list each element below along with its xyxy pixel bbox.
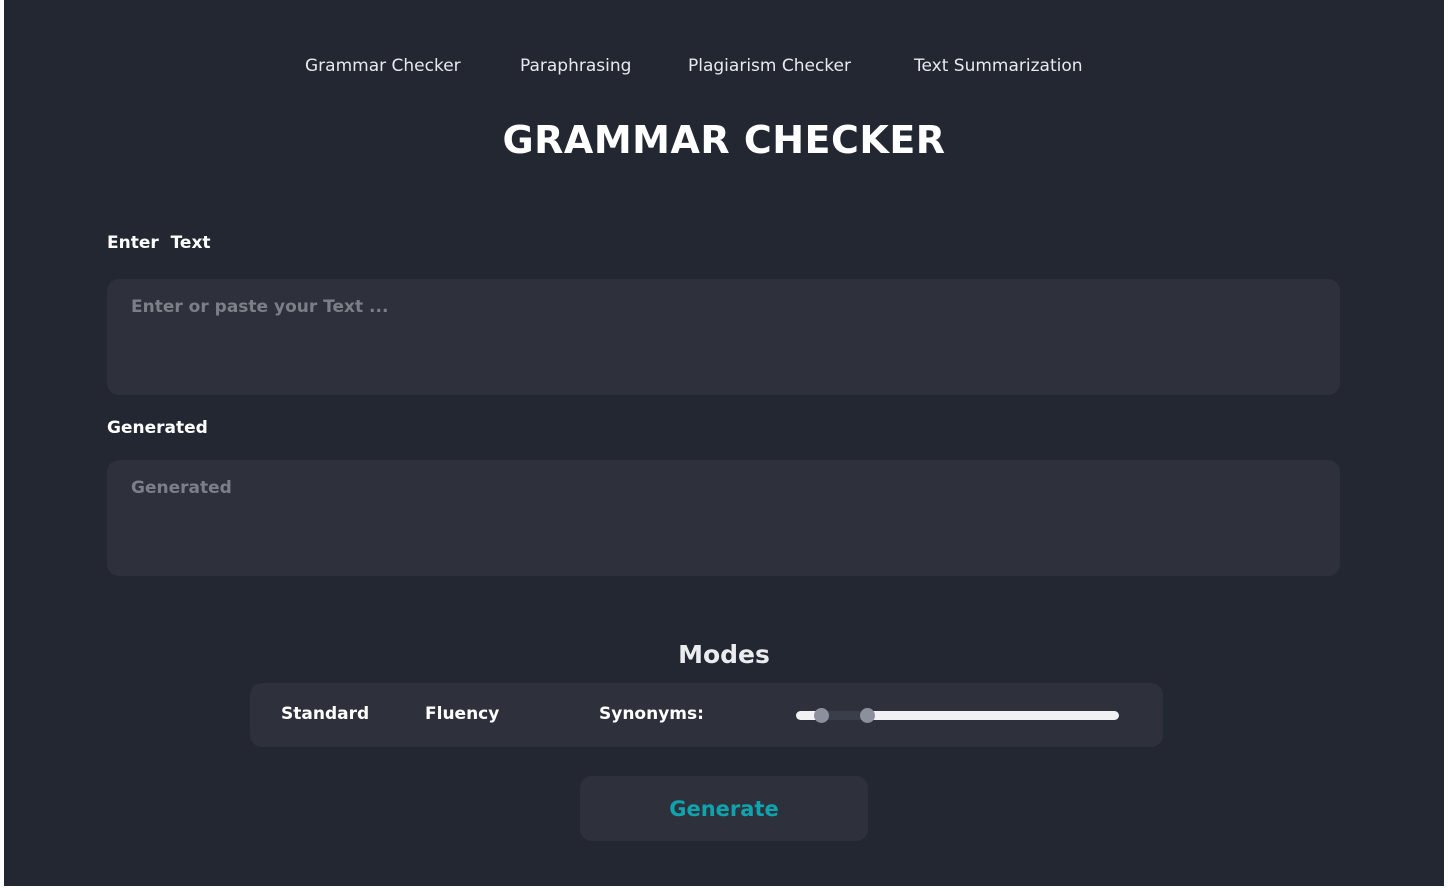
nav-link-text-summarization[interactable]: Text Summarization (914, 56, 1083, 76)
app-frame: Grammar Checker Paraphrasing Plagiarism … (4, 0, 1444, 886)
input-textarea[interactable] (107, 279, 1340, 395)
output-textarea[interactable] (107, 460, 1340, 576)
modes-bar: Standard Fluency Synonyms: (250, 683, 1163, 747)
page-title: GRAMMAR CHECKER (502, 118, 946, 162)
slider-thumb-low[interactable] (814, 708, 830, 723)
modes-heading: Modes (678, 640, 770, 669)
top-navigation: Grammar Checker Paraphrasing Plagiarism … (4, 56, 1444, 80)
synonyms-label: Synonyms: (599, 704, 704, 724)
input-label: Enter Text (107, 233, 211, 253)
slider-thumb-high[interactable] (859, 708, 875, 723)
output-label: Generated (107, 418, 208, 438)
mode-fluency-button[interactable]: Fluency (425, 704, 499, 724)
nav-link-plagiarism-checker[interactable]: Plagiarism Checker (688, 56, 851, 76)
mode-standard-button[interactable]: Standard (281, 704, 369, 724)
synonyms-slider[interactable] (796, 705, 1119, 725)
nav-link-paraphrasing[interactable]: Paraphrasing (520, 56, 631, 76)
nav-link-grammar-checker[interactable]: Grammar Checker (305, 56, 461, 76)
generate-button[interactable]: Generate (580, 776, 868, 841)
